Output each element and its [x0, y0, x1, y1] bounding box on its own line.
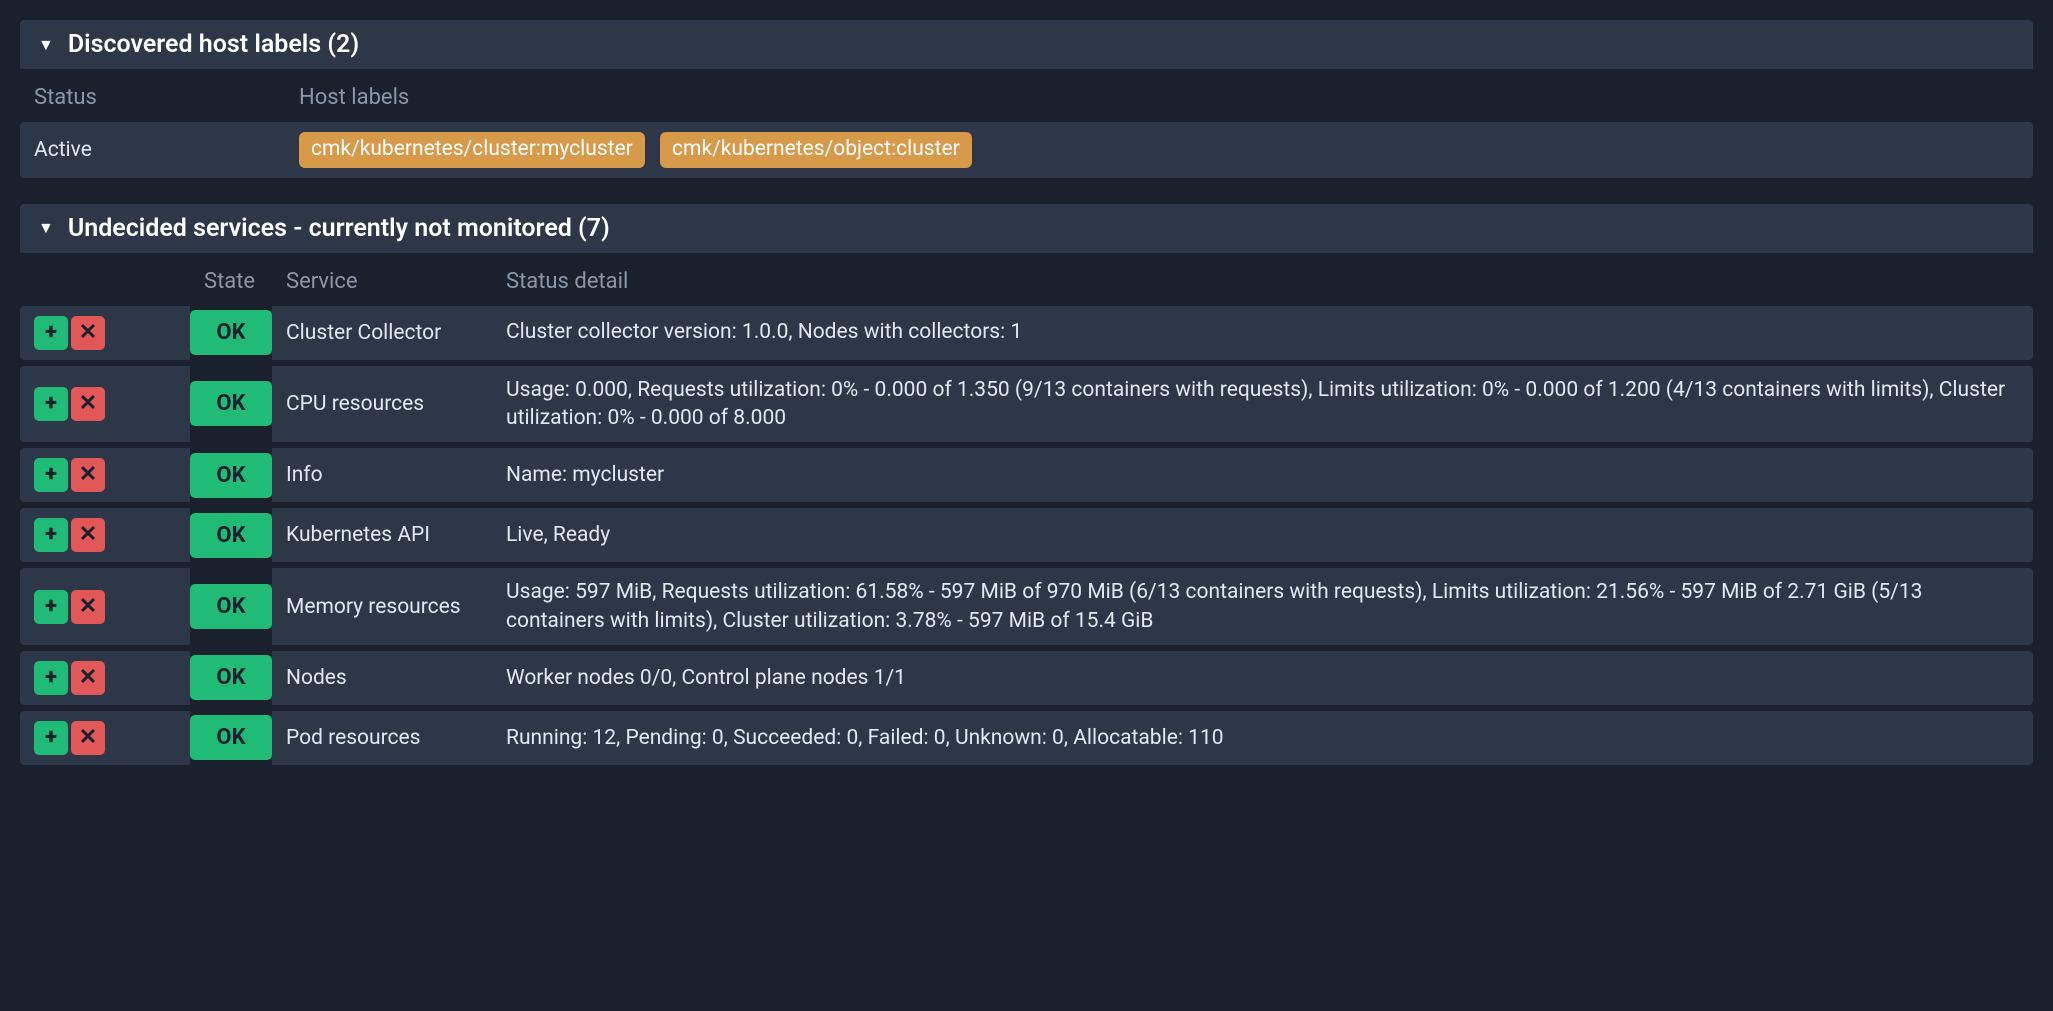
- add-service-button[interactable]: +: [34, 518, 68, 552]
- col-host-labels: Host labels: [285, 75, 2033, 116]
- state-cell: OK: [190, 568, 272, 645]
- caret-down-icon: ▼: [38, 35, 54, 55]
- host-label-tag[interactable]: cmk/kubernetes/cluster:mycluster: [299, 132, 645, 168]
- service-detail: Usage: 597 MiB, Requests utilization: 61…: [492, 568, 2033, 645]
- labels-cell: cmk/kubernetes/cluster:mycluster cmk/kub…: [285, 122, 2033, 178]
- state-badge: OK: [190, 310, 272, 355]
- remove-service-button[interactable]: ✕: [71, 721, 105, 755]
- undecided-services-section: ▼ Undecided services - currently not mon…: [0, 204, 2053, 771]
- state-cell: OK: [190, 448, 272, 502]
- remove-service-button[interactable]: ✕: [71, 387, 105, 421]
- actions-cell: +✕: [20, 448, 190, 502]
- add-service-button[interactable]: +: [34, 590, 68, 624]
- remove-service-button[interactable]: ✕: [71, 458, 105, 492]
- remove-service-button[interactable]: ✕: [71, 316, 105, 350]
- service-row: +✕OKInfoName: mycluster: [20, 448, 2033, 502]
- actions-cell: +✕: [20, 711, 190, 765]
- service-name[interactable]: Info: [272, 448, 492, 502]
- col-detail: Status detail: [492, 259, 2033, 300]
- actions-cell: +✕: [20, 508, 190, 562]
- host-labels-table: Status Host labels Active cmk/kubernetes…: [20, 69, 2033, 184]
- actions-cell: +✕: [20, 568, 190, 645]
- host-labels-title: Discovered host labels (2): [68, 30, 359, 59]
- service-name[interactable]: Cluster Collector: [272, 306, 492, 360]
- add-service-button[interactable]: +: [34, 387, 68, 421]
- service-row: +✕OKNodesWorker nodes 0/0, Control plane…: [20, 651, 2033, 705]
- service-name[interactable]: Kubernetes API: [272, 508, 492, 562]
- service-detail: Cluster collector version: 1.0.0, Nodes …: [492, 306, 2033, 360]
- caret-down-icon: ▼: [38, 218, 54, 238]
- state-cell: OK: [190, 711, 272, 765]
- service-detail: Usage: 0.000, Requests utilization: 0% -…: [492, 366, 2033, 443]
- service-detail: Worker nodes 0/0, Control plane nodes 1/…: [492, 651, 2033, 705]
- actions-cell: +✕: [20, 366, 190, 443]
- add-service-button[interactable]: +: [34, 721, 68, 755]
- service-row: +✕OKPod resourcesRunning: 12, Pending: 0…: [20, 711, 2033, 765]
- state-badge: OK: [190, 381, 272, 426]
- actions-cell: +✕: [20, 306, 190, 360]
- host-labels-header[interactable]: ▼ Discovered host labels (2): [20, 20, 2033, 69]
- remove-service-button[interactable]: ✕: [71, 518, 105, 552]
- state-badge: OK: [190, 655, 272, 700]
- add-service-button[interactable]: +: [34, 316, 68, 350]
- undecided-services-table: State Service Status detail +✕OKCluster …: [20, 253, 2033, 771]
- col-service: Service: [272, 259, 492, 300]
- service-row: +✕OKCluster CollectorCluster collector v…: [20, 306, 2033, 360]
- actions-cell: +✕: [20, 651, 190, 705]
- add-service-button[interactable]: +: [34, 458, 68, 492]
- state-badge: OK: [190, 453, 272, 498]
- service-row: +✕OKKubernetes APILive, Ready: [20, 508, 2033, 562]
- add-service-button[interactable]: +: [34, 661, 68, 695]
- service-name[interactable]: Pod resources: [272, 711, 492, 765]
- service-name[interactable]: CPU resources: [272, 366, 492, 443]
- service-detail: Name: mycluster: [492, 448, 2033, 502]
- undecided-title: Undecided services - currently not monit…: [68, 214, 610, 243]
- service-detail: Live, Ready: [492, 508, 2033, 562]
- state-badge: OK: [190, 584, 272, 629]
- state-badge: OK: [190, 715, 272, 760]
- service-detail: Running: 12, Pending: 0, Succeeded: 0, F…: [492, 711, 2033, 765]
- state-cell: OK: [190, 306, 272, 360]
- col-status: Status: [20, 75, 285, 116]
- host-labels-section: ▼ Discovered host labels (2) Status Host…: [0, 20, 2053, 184]
- host-labels-row: Active cmk/kubernetes/cluster:mycluster …: [20, 122, 2033, 178]
- state-cell: OK: [190, 366, 272, 443]
- state-cell: OK: [190, 651, 272, 705]
- service-row: +✕OKMemory resourcesUsage: 597 MiB, Requ…: [20, 568, 2033, 645]
- col-state: State: [190, 259, 272, 300]
- service-name[interactable]: Nodes: [272, 651, 492, 705]
- service-row: +✕OKCPU resourcesUsage: 0.000, Requests …: [20, 366, 2033, 443]
- remove-service-button[interactable]: ✕: [71, 661, 105, 695]
- state-cell: OK: [190, 508, 272, 562]
- host-label-tag[interactable]: cmk/kubernetes/object:cluster: [660, 132, 972, 168]
- remove-service-button[interactable]: ✕: [71, 590, 105, 624]
- status-cell: Active: [20, 122, 285, 178]
- state-badge: OK: [190, 513, 272, 558]
- undecided-header[interactable]: ▼ Undecided services - currently not mon…: [20, 204, 2033, 253]
- col-actions: [20, 259, 190, 300]
- service-name[interactable]: Memory resources: [272, 568, 492, 645]
